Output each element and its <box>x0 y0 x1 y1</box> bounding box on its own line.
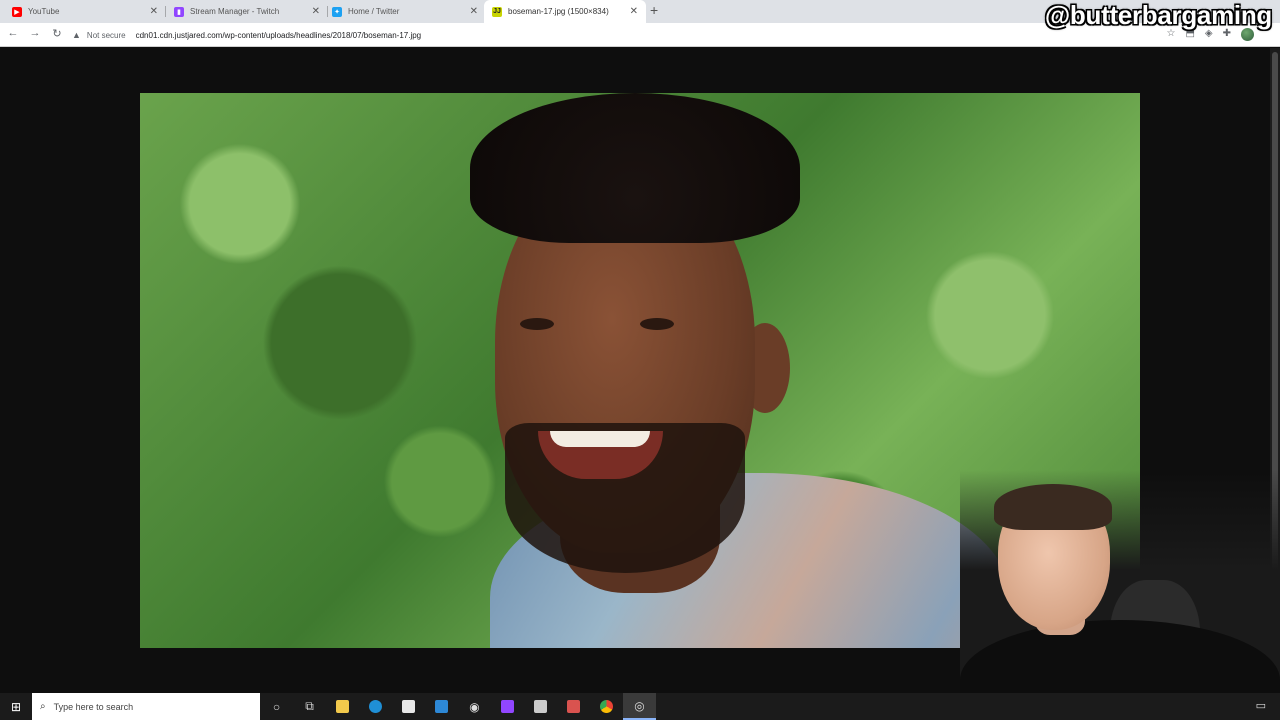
url-text: cdn01.cdn.justjared.com/wp-content/uploa… <box>135 30 422 40</box>
streamer-handle: @butterbargaming <box>1044 0 1272 30</box>
youtube-icon: ▶ <box>12 6 22 17</box>
tab-title: boseman-17.jpg (1500×834) <box>508 7 609 16</box>
warning-icon[interactable]: ▲ <box>72 30 81 40</box>
file-explorer-icon[interactable] <box>326 693 359 720</box>
chrome-icon[interactable] <box>590 693 623 720</box>
notes-icon[interactable] <box>524 693 557 720</box>
new-tab-icon[interactable]: + <box>650 2 658 18</box>
taskbar: ⊞ ⌕ Type here to search ○ ⧉ ◉ ◎ <box>0 693 1280 720</box>
image-eye-right <box>640 318 674 330</box>
image-eye-left <box>520 318 554 330</box>
search-icon: ⌕ <box>40 701 46 712</box>
obs-icon[interactable]: ◉ <box>458 693 491 720</box>
tab-title: Home / Twitter <box>348 7 400 16</box>
store-icon[interactable] <box>392 693 425 720</box>
back-arrow-icon[interactable]: ← <box>6 27 20 39</box>
taskbar-search-input[interactable]: ⌕ Type here to search <box>32 693 260 720</box>
twitch-icon: ▮ <box>174 6 184 17</box>
tab-twitter[interactable]: ✦ Home / Twitter ✕ <box>324 0 486 23</box>
windows-start-icon[interactable]: ⊞ <box>0 693 32 720</box>
tab-image-active[interactable]: JJ boseman-17.jpg (1500×834) ✕ <box>484 0 646 23</box>
webcam-hair <box>994 484 1112 530</box>
notification-icon[interactable]: ▭ <box>1256 699 1266 712</box>
capture-icon[interactable] <box>557 693 590 720</box>
cortana-icon[interactable]: ○ <box>260 693 293 720</box>
forward-arrow-icon[interactable]: → <box>28 27 42 39</box>
tab-youtube[interactable]: ▶ YouTube ✕ <box>4 0 166 23</box>
justjared-icon: JJ <box>492 6 502 17</box>
webcam-overlay <box>960 470 1280 720</box>
twitch-app-icon[interactable] <box>491 693 524 720</box>
twitter-icon: ✦ <box>332 6 342 17</box>
close-icon[interactable]: ✕ <box>150 6 158 17</box>
search-placeholder: Type here to search <box>53 701 134 712</box>
image-teeth <box>550 431 650 447</box>
edge-icon[interactable] <box>359 693 392 720</box>
task-view-icon[interactable]: ⧉ <box>293 693 326 720</box>
tab-title: Stream Manager - Twitch <box>190 7 280 16</box>
tab-title: YouTube <box>28 7 60 16</box>
streaming-app-icon[interactable]: ◎ <box>623 693 656 720</box>
tab-stream-manager[interactable]: ▮ Stream Manager - Twitch ✕ <box>166 0 328 23</box>
image-hair <box>470 93 800 243</box>
security-label: Not secure <box>86 30 126 40</box>
close-icon[interactable]: ✕ <box>630 6 638 17</box>
mail-icon[interactable] <box>425 693 458 720</box>
reload-icon[interactable]: ↻ <box>50 27 64 40</box>
address-bar[interactable]: ▲ Not secure cdn01.cdn.justjared.com/wp-… <box>72 26 1132 44</box>
close-icon[interactable]: ✕ <box>470 6 478 17</box>
close-icon[interactable]: ✕ <box>312 6 320 17</box>
